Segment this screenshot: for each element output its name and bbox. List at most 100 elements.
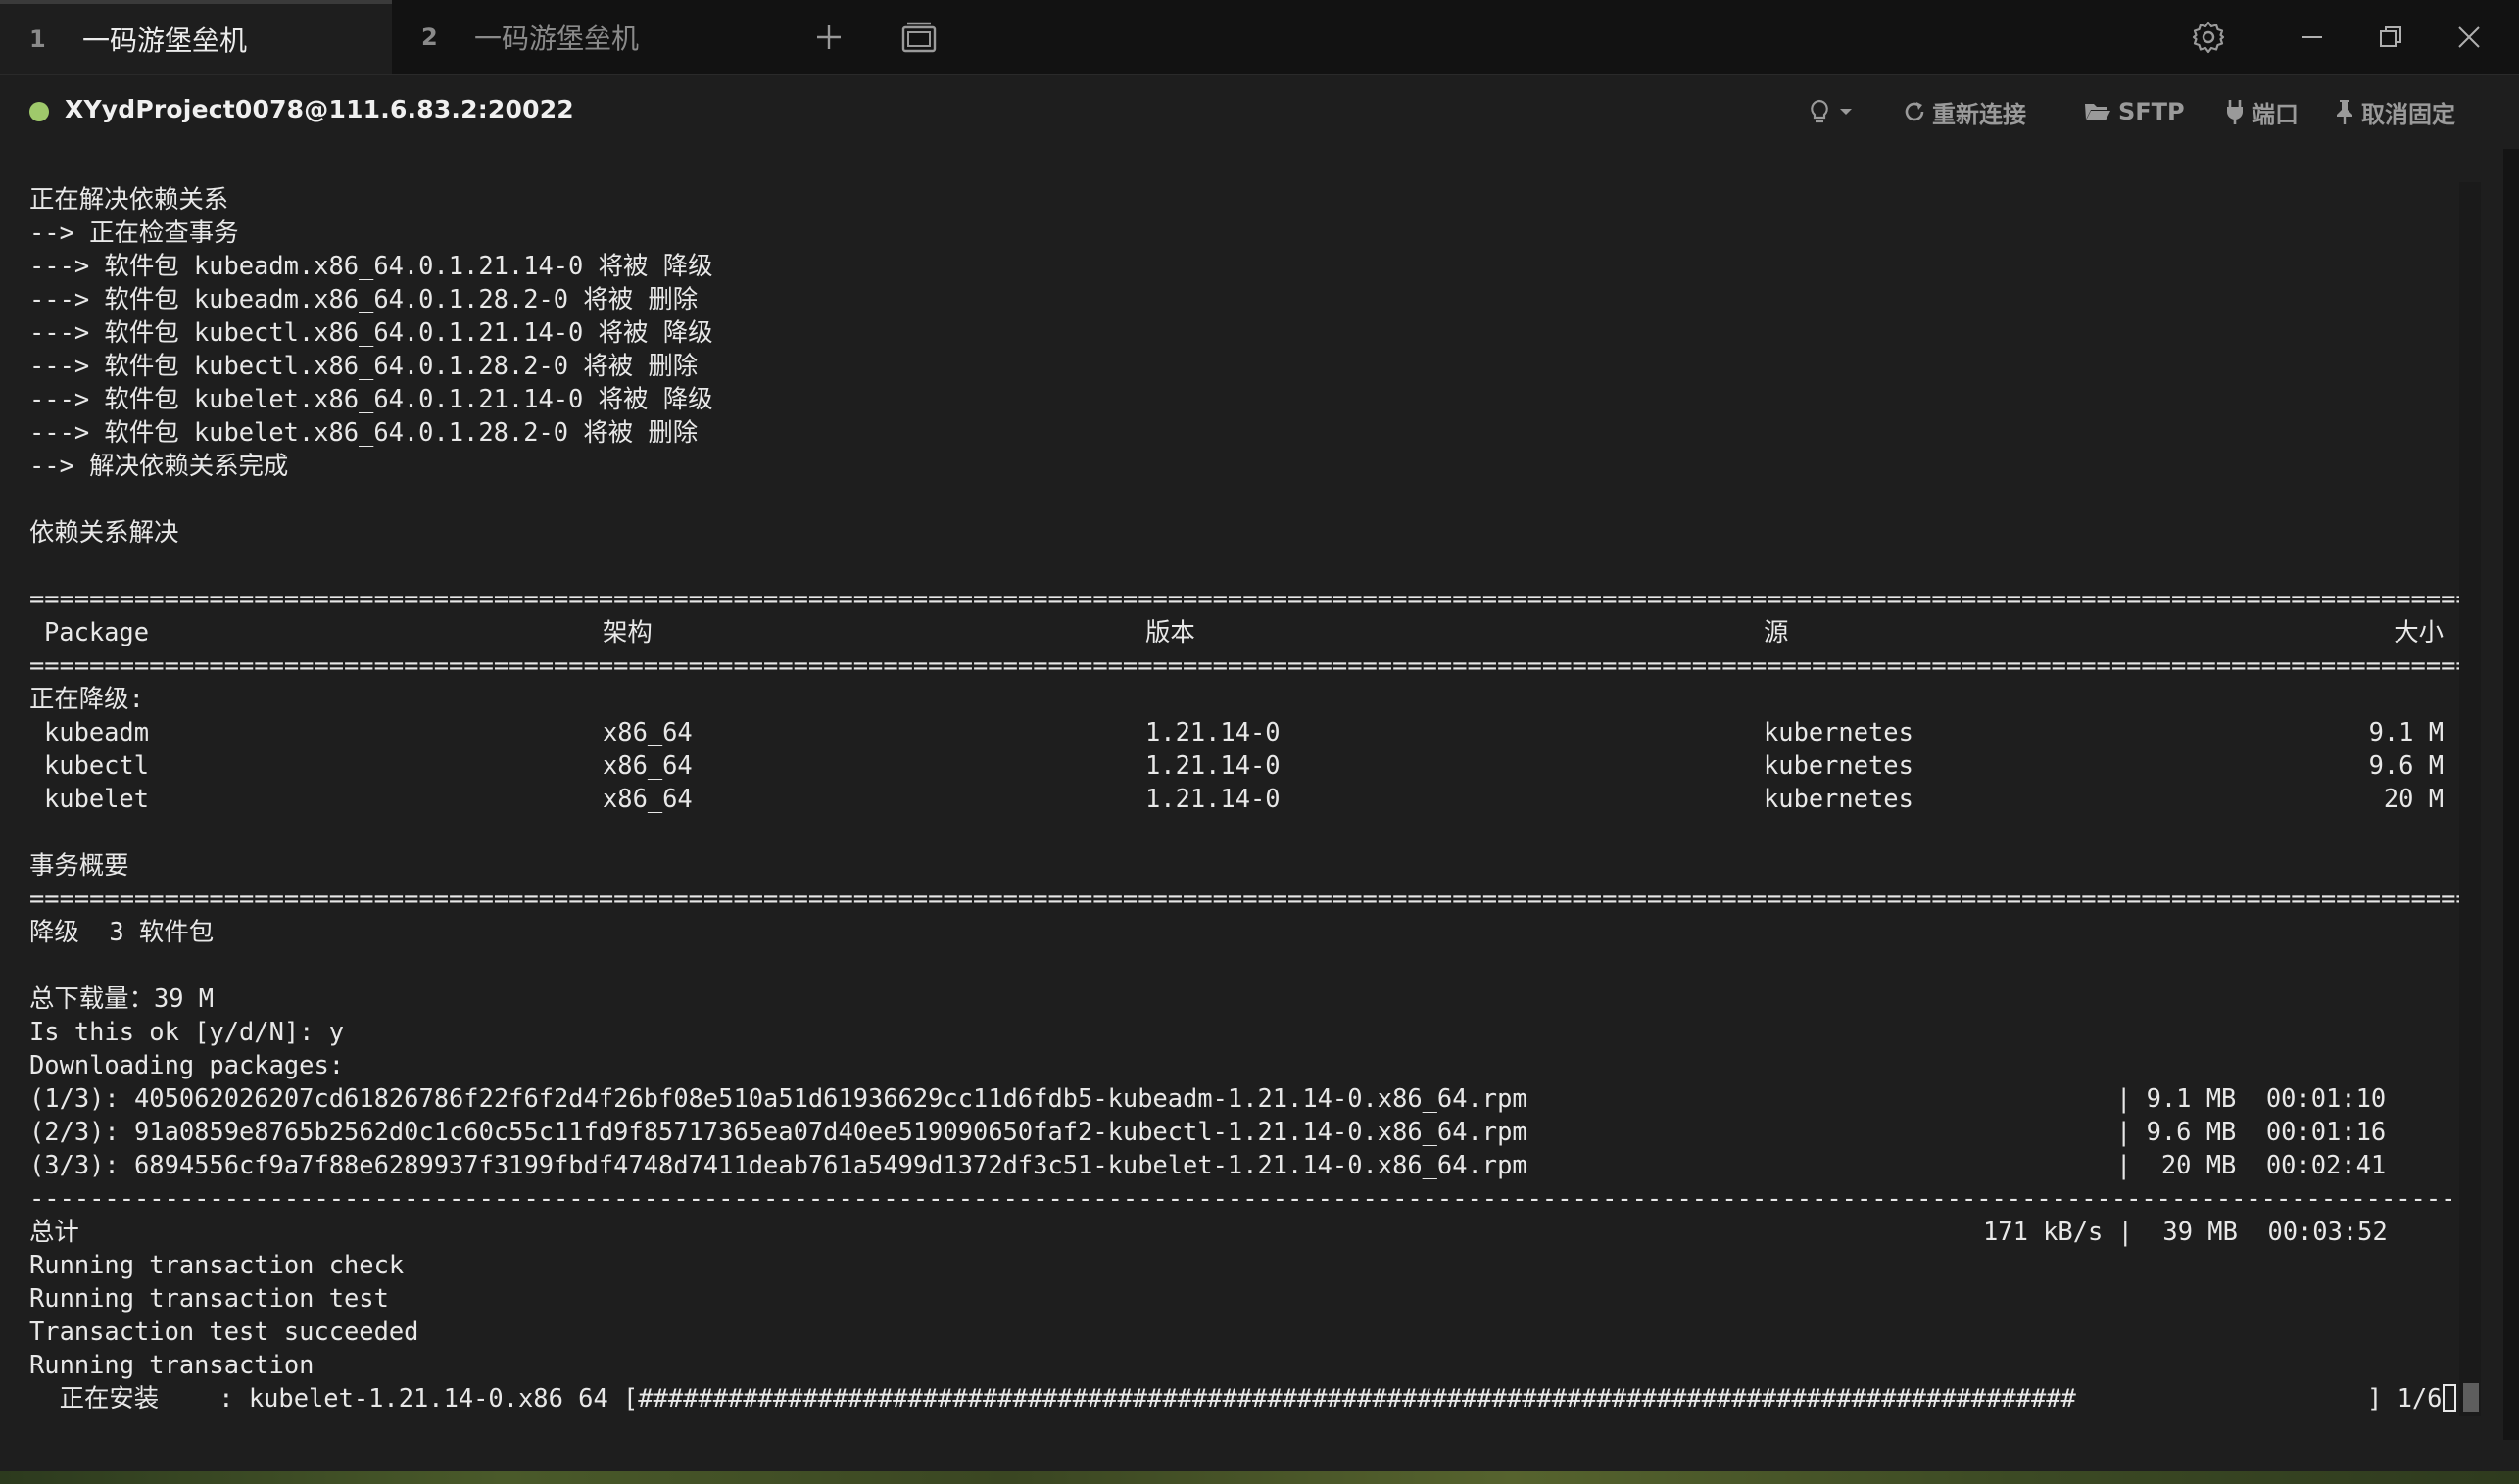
reconnect-button[interactable]: 重新连接	[1903, 95, 2026, 128]
download-file: (2/3): 91a0859e8765b2562d0c1c60c55c11fd9…	[29, 1117, 1527, 1146]
window-edge	[2503, 149, 2519, 1440]
connection-status-dot	[29, 102, 49, 121]
minimize-button[interactable]	[2289, 14, 2336, 61]
transaction-summary-title: 事务概要	[29, 850, 129, 880]
download-row: (2/3): 91a0859e8765b2562d0c1c60c55c11fd9…	[29, 1115, 2459, 1148]
package-version: 1.21.14-0	[1145, 784, 1281, 813]
terminal-rule-double: ========================================…	[29, 884, 2459, 913]
restore-button[interactable]	[2367, 14, 2414, 61]
terminal-line: 依赖关系解决	[29, 517, 179, 547]
sftp-label: SFTP	[2118, 98, 2185, 125]
package-name: kubeadm	[44, 717, 150, 746]
total-download-line: 总下载量：39 M	[29, 983, 215, 1013]
chevron-down-icon	[1840, 109, 1852, 115]
desktop-background-strip	[0, 1471, 2519, 1484]
session-host-label: XYydProject0078@111.6.83.2:20022	[65, 95, 574, 123]
plug-icon	[2227, 100, 2243, 124]
terminal-line: Transaction test succeeded	[29, 1316, 419, 1346]
terminal-line: --> 正在检查事务	[29, 217, 239, 247]
header-version: 版本	[1145, 617, 1195, 646]
terminal-app-window: 1 一码游堡垒机 2 一码游堡垒机 XYydProject0078@111.6.…	[0, 0, 2519, 1484]
confirm-prompt-line: Is this ok [y/d/N]: y	[29, 1017, 345, 1046]
tab-number: 2	[421, 24, 438, 51]
tab-label: 一码游堡垒机	[82, 24, 248, 57]
close-icon	[2458, 26, 2480, 48]
total-label: 总计	[29, 1217, 79, 1246]
header-arch: 架构	[603, 617, 653, 646]
package-table-header: Package 架构 版本 源 大小	[29, 615, 2459, 648]
package-size: 20 M	[2383, 784, 2444, 813]
package-arch: x86_64	[603, 750, 693, 780]
install-progress-line: 正在安装 : kubelet-1.21.14-0.x86_64 [#######…	[29, 1381, 2459, 1414]
session-header: XYydProject0078@111.6.83.2:20022 重新连接 SF…	[0, 75, 2519, 149]
header-size: 大小	[2394, 617, 2444, 646]
package-name: kubelet	[44, 784, 150, 813]
total-row: 总计 171 kB/s | 39 MB 00:03:52	[29, 1215, 2459, 1248]
terminal-line: ---> 软件包 kubeadm.x86_64.0.1.21.14-0 将被 降…	[29, 251, 713, 280]
terminal-cursor	[2443, 1384, 2457, 1412]
download-stat: | 20 MB 00:02:41	[2116, 1150, 2387, 1179]
install-progress-count: ] 1/6	[2367, 1381, 2457, 1414]
download-row: (3/3): 6894556cf9a7f88e6289937f3199fbdf4…	[29, 1148, 2459, 1181]
package-name: kubectl	[44, 750, 150, 780]
package-repo: kubernetes	[1764, 750, 1913, 780]
unpin-button[interactable]: 取消固定	[2334, 95, 2455, 128]
package-row: kubelet x86_64 1.21.14-0 kubernetes 20 M	[29, 782, 2459, 815]
restore-icon	[2380, 26, 2401, 47]
download-stat: | 9.6 MB 00:01:16	[2116, 1117, 2387, 1146]
terminal-line: 正在解决依赖关系	[29, 184, 229, 214]
minimize-icon	[2302, 36, 2322, 38]
package-repo: kubernetes	[1764, 717, 1913, 746]
port-forward-button[interactable]: 端口	[2224, 95, 2299, 128]
close-window-button[interactable]	[2446, 14, 2493, 61]
folder-open-icon	[2085, 104, 2110, 120]
add-tab-icon	[817, 25, 841, 49]
terminal-line: Running transaction test	[29, 1283, 389, 1313]
terminal-scrollbar[interactable]	[2459, 182, 2481, 1416]
download-stat: | 9.1 MB 00:01:10	[2116, 1083, 2387, 1113]
header-package: Package	[44, 617, 150, 646]
total-stat: 171 kB/s | 39 MB 00:03:52	[1983, 1217, 2388, 1246]
theme-hint-button[interactable]	[1807, 95, 1860, 128]
window-list-button[interactable]	[896, 14, 943, 61]
terminal-line: ---> 软件包 kubectl.x86_64.0.1.21.14-0 将被 降…	[29, 317, 713, 347]
header-repo: 源	[1764, 617, 1789, 646]
download-file: (1/3): 405062026207cd61826786f22f6f2d4f2…	[29, 1083, 1527, 1113]
terminal-rule-double: ========================================…	[29, 584, 2459, 613]
terminal-output[interactable]: 正在解决依赖关系 --> 正在检查事务 ---> 软件包 kubeadm.x86…	[29, 182, 2459, 1416]
downloading-line: Downloading packages:	[29, 1050, 345, 1079]
unpin-label: 取消固定	[2361, 100, 2455, 128]
package-size: 9.1 M	[2368, 717, 2444, 746]
terminal-rule-double: ========================================…	[29, 650, 2459, 680]
package-version: 1.21.14-0	[1145, 750, 1281, 780]
terminal-line: Running transaction check	[29, 1250, 405, 1279]
terminal-line: ---> 软件包 kubelet.x86_64.0.1.28.2-0 将被 删除	[29, 417, 699, 447]
terminal-rule-single: ----------------------------------------…	[29, 1183, 2459, 1213]
tab-label: 一码游堡垒机	[474, 23, 640, 55]
scrollbar-thumb[interactable]	[2463, 1383, 2479, 1412]
package-size: 9.6 M	[2368, 750, 2444, 780]
transaction-summary-line: 降级 3 软件包	[29, 917, 215, 946]
tab-1[interactable]: 1 一码游堡垒机	[0, 0, 392, 74]
package-row: kubectl x86_64 1.21.14-0 kubernetes 9.6 …	[29, 748, 2459, 782]
gear-icon	[2192, 21, 2225, 54]
download-file: (3/3): 6894556cf9a7f88e6289937f3199fbdf4…	[29, 1150, 1527, 1179]
reconnect-label: 重新连接	[1932, 100, 2026, 128]
tab-2[interactable]: 2 一码游堡垒机	[392, 0, 774, 74]
terminal-line: ---> 软件包 kubelet.x86_64.0.1.21.14-0 将被 降…	[29, 384, 713, 413]
lightbulb-icon	[1811, 99, 1828, 123]
terminal-line: --> 解决依赖关系完成	[29, 451, 289, 480]
window-list-icon	[901, 22, 937, 53]
terminal-line: ---> 软件包 kubeadm.x86_64.0.1.28.2-0 将被 删除	[29, 284, 699, 313]
settings-button[interactable]	[2185, 14, 2232, 61]
package-row: kubeadm x86_64 1.21.14-0 kubernetes 9.1 …	[29, 715, 2459, 748]
tab-bar: 1 一码游堡垒机 2 一码游堡垒机	[0, 0, 2519, 75]
sftp-button[interactable]: SFTP	[2083, 95, 2185, 128]
add-tab-button[interactable]	[805, 14, 852, 61]
install-progress-value: ] 1/6	[2367, 1383, 2443, 1412]
package-version: 1.21.14-0	[1145, 717, 1281, 746]
